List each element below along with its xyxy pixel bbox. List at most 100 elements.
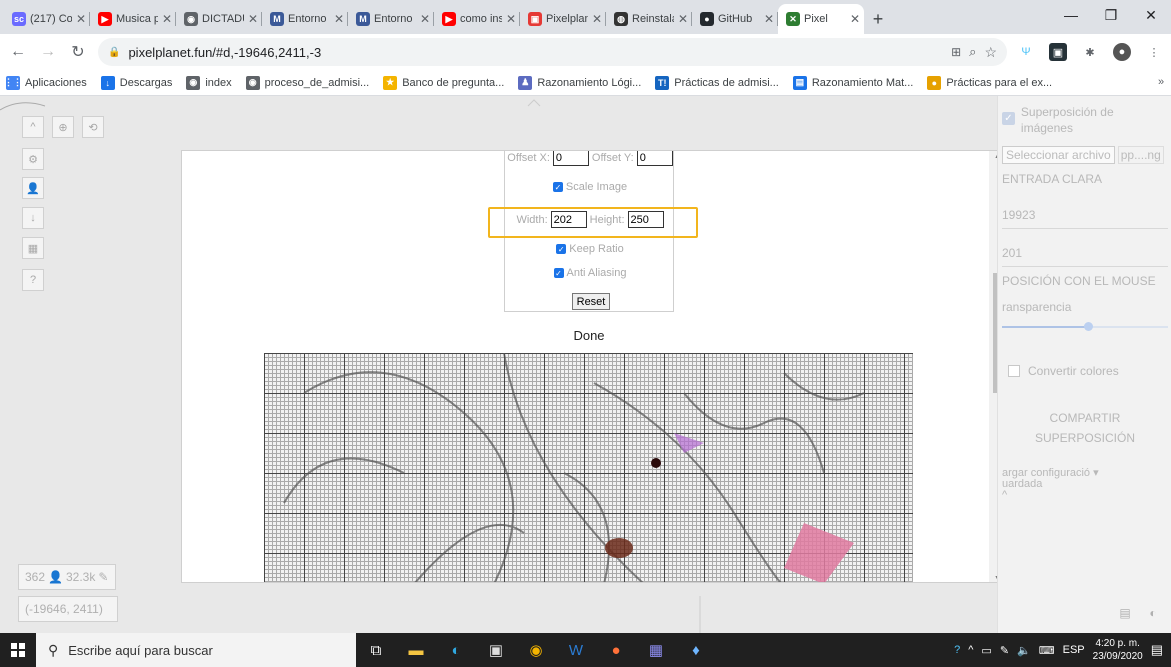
extensions-puzzle-icon[interactable]: ✱ [1081,43,1099,61]
avatar[interactable]: ● [1113,43,1131,61]
new-tab-button[interactable]: + [864,4,892,34]
bookmark-item[interactable]: ◉ proceso_de_admisi... [245,75,369,90]
word-icon[interactable]: W [556,633,596,667]
image-overlay-modal: Offset X: Offset Y: ✓ Scale Image Width:… [181,150,1007,583]
palette-toggle-icon[interactable]: ◐ [1143,603,1163,623]
bookmark-item[interactable]: ♟ Razonamiento Lógi... [518,75,641,90]
tab-favicon-icon: M [270,12,284,26]
forward-icon[interactable]: → [38,43,58,61]
keyboard-icon[interactable]: ⌨ [1039,644,1055,657]
user-icon[interactable]: 👤 [22,177,44,199]
scale-image-checkbox[interactable]: ✓ [552,182,563,192]
help-icon[interactable]: ? [22,269,44,291]
close-tab-icon[interactable]: ✕ [506,12,516,26]
store-icon[interactable]: ▣ [476,633,516,667]
chevron-up-icon[interactable]: ^ [968,644,973,656]
bookmark-label: Prácticas de admisi... [674,76,779,89]
file-explorer-icon[interactable]: ▬ [396,633,436,667]
tab-2[interactable]: ◉ DICTADU ✕ [176,4,262,34]
tab-4[interactable]: M Entorno ✕ [348,4,434,34]
edge-icon[interactable]: ◐ [436,633,476,667]
reload-icon[interactable]: ↻ [68,42,88,62]
offset-y-input[interactable] [636,151,673,166]
download-icon[interactable]: ↓ [22,207,44,229]
close-tab-icon[interactable]: ✕ [162,12,172,26]
close-tab-icon[interactable]: ✕ [334,12,344,26]
bookmark-item[interactable]: ↓ Descargas [100,75,172,90]
tab-1[interactable]: ▶ Musica p ✕ [90,4,176,34]
bookmark-item[interactable]: T! Prácticas de admisi... [655,75,779,90]
mouse-position-button[interactable]: POSICIÓN CON EL MOUSE [1002,274,1168,288]
tab-title: como ins [460,13,502,25]
chrome-icon[interactable]: ◉ [516,633,556,667]
bookmark-icon: ◉ [245,75,260,90]
bookmark-star-icon[interactable]: ☆ [984,44,997,61]
load-config-button[interactable]: argar configuració ▾ uardada ^ [1002,468,1168,501]
tab-7[interactable]: ◍ Reinstala ✕ [606,4,692,34]
menu-kebab-icon[interactable]: ⋮ [1145,43,1163,61]
close-tab-icon[interactable]: ✕ [850,12,860,26]
windows-taskbar: ⚲ Escribe aquí para buscar ⧉ ▬ ◐ ▣ ◉ W ●… [0,633,1171,667]
reset-button[interactable]: Reset [572,293,610,310]
x-input[interactable]: 19923 [1002,208,1168,229]
close-tab-icon[interactable]: ✕ [420,12,430,26]
clock[interactable]: 4:20 p. m. 23/09/2020 [1093,637,1143,663]
zoom-icon[interactable]: ⌕ [969,44,976,60]
tab-favicon-icon: ✕ [786,12,800,26]
close-tab-icon[interactable]: ✕ [764,12,774,26]
network-icon[interactable]: ▭ [981,644,991,657]
history-icon[interactable]: ⟲ [82,116,104,138]
help-tray-icon[interactable]: ? [954,644,960,656]
tab-3[interactable]: M Entorno ✕ [262,4,348,34]
drop-icon[interactable]: ♦ [676,633,716,667]
extension-icon[interactable]: Ψ [1017,43,1035,61]
tab-5[interactable]: ▶ como ins ✕ [434,4,520,34]
taskbar-search-box[interactable]: ⚲ Escribe aquí para buscar [36,633,356,667]
close-window-button[interactable]: ✕ [1131,0,1171,30]
windows-start-icon[interactable] [0,633,36,667]
globe-icon[interactable]: ⊕ [52,116,74,138]
tab-0[interactable]: sc (217) Co ✕ [4,4,90,34]
settings-gear-icon[interactable]: ⚙ [22,148,44,170]
keep-ratio-checkbox[interactable]: ✓ [556,244,567,254]
tab-9[interactable]: ✕ Pixel ✕ [778,4,864,34]
overlay-checkbox[interactable]: ✓ [1002,112,1015,125]
close-tab-icon[interactable]: ✕ [678,12,688,26]
palette-icon[interactable]: ▦ [22,237,44,259]
bookmark-item[interactable]: ◉ index [186,75,232,90]
pixelplanet-canvas[interactable]: ^ ⊕ ⟲ ⚙ 👤 ↓ ▦ ? 362 👤 32.3k ✎ (-19646, 2… [0,96,1171,633]
language-indicator[interactable]: ESP [1063,644,1085,656]
volume-icon[interactable]: 🔈 [1017,644,1031,657]
y-input[interactable]: 201 [1002,246,1168,267]
close-tab-icon[interactable]: ✕ [76,12,86,26]
extension-icon-2[interactable]: ▣ [1049,43,1067,61]
zoom-up-icon[interactable]: ^ [22,116,44,138]
offset-x-input[interactable] [552,151,589,166]
pen-icon[interactable]: ✎ [1000,644,1009,657]
minimize-button[interactable]: — [1051,0,1091,30]
close-tab-icon[interactable]: ✕ [592,12,602,26]
anti-aliasing-checkbox[interactable]: ✓ [553,268,564,278]
maximize-button[interactable]: ❐ [1091,0,1131,30]
notifications-icon[interactable]: ▤ [1151,642,1163,658]
share-overlay-button[interactable]: COMPARTIR SUPERPOSICIÓN [1002,408,1168,448]
bookmark-item[interactable]: ⋮⋮ Aplicaciones [4,75,87,90]
firefox-icon[interactable]: ● [596,633,636,667]
convert-colors-checkbox[interactable] [1008,365,1020,377]
task-view-icon[interactable]: ⧉ [356,633,396,667]
close-tab-icon[interactable]: ✕ [248,12,258,26]
tab-6[interactable]: ▣ Pixelplan ✕ [520,4,606,34]
bookmark-item[interactable]: ★ Banco de pregunta... [383,75,504,90]
bookmark-item[interactable]: ● Prácticas para el ex... [927,75,1052,90]
app-icon[interactable]: ▦ [636,633,676,667]
chat-icon[interactable]: ▤ [1115,603,1135,623]
address-bar[interactable]: 🔒 pixelplanet.fun/#d,-19646,2411,-3 ⊞ ⌕ … [98,38,1007,66]
overlay-toggle[interactable]: ✓ Superposición de imágenes [1002,104,1168,136]
bookmark-item[interactable]: ▤ Razonamiento Mat... [792,75,913,90]
back-icon[interactable]: ← [8,43,28,61]
translate-icon[interactable]: ⊞ [951,45,961,59]
transparency-slider[interactable] [1002,322,1168,331]
more-bookmarks-icon[interactable]: » [1158,76,1164,88]
tab-8[interactable]: ● GitHub ✕ [692,4,778,34]
select-file-button[interactable]: Seleccionar archivo [1002,146,1115,164]
